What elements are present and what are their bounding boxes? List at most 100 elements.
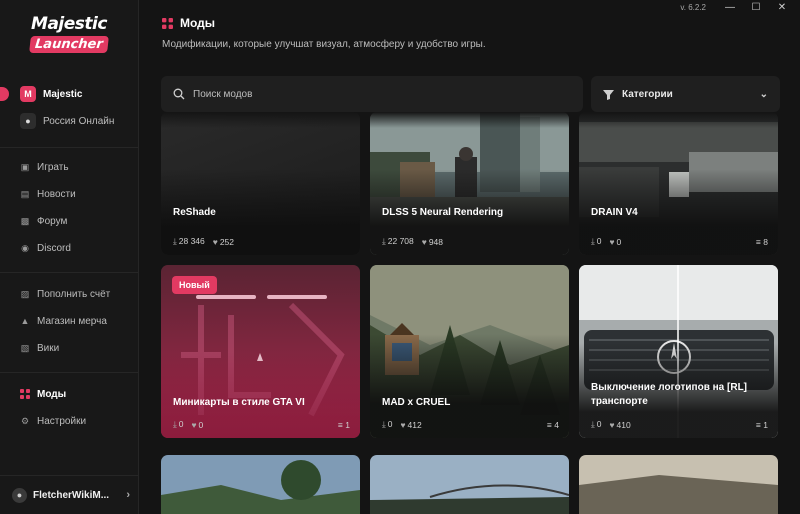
- filter-icon: [603, 89, 614, 100]
- minimize-button[interactable]: —: [724, 1, 736, 13]
- mods-icon: [162, 17, 173, 29]
- mod-name: DLSS 5 Neural Rendering: [382, 207, 504, 218]
- russia-online-server-icon: ●: [20, 113, 36, 129]
- mod-stats: ⤓ 22 708 ♥ 948: [382, 236, 443, 247]
- nav-label: Пополнить счёт: [37, 288, 111, 300]
- version-count: ≡ 8: [755, 237, 768, 247]
- mod-card-reshade[interactable]: ReShade ⤓ 28 346 ♥ 252: [161, 112, 360, 255]
- like-count: ♥ 410: [609, 419, 631, 430]
- nav-label: Discord: [37, 242, 71, 254]
- mod-name: Выключение логотипов на [RL] транспорте: [591, 382, 748, 407]
- newspaper-icon: ▤: [20, 188, 30, 199]
- page-title: Моды: [162, 16, 215, 30]
- mod-card[interactable]: [161, 455, 360, 514]
- nav-label: Форум: [37, 215, 68, 227]
- sidebar: Majestic Launcher M Majestic ● Россия Он…: [0, 0, 139, 514]
- mod-name: ReShade: [173, 207, 216, 218]
- window-controls: v. 6.2.2 — ☐ ✕: [680, 0, 800, 14]
- mod-stats: ⤓ 0 ♥ 410: [591, 419, 631, 430]
- nav-label: Играть: [37, 161, 69, 173]
- mod-stats: ⤓ 0 ♥ 0: [591, 236, 621, 247]
- nav-item-play[interactable]: ▣ Играть: [20, 158, 69, 176]
- new-badge: Новый: [172, 276, 217, 294]
- nav-item-news[interactable]: ▤ Новости: [20, 185, 76, 203]
- nav-label: Вики: [37, 342, 60, 354]
- maximize-button[interactable]: ☐: [750, 1, 762, 13]
- mod-stats: ⤓ 0 ♥ 0: [173, 419, 203, 430]
- mod-card-dlss[interactable]: DLSS 5 Neural Rendering ⤓ 22 708 ♥ 948: [370, 112, 569, 255]
- nav-item-discord[interactable]: ◉ Discord: [20, 239, 71, 257]
- close-button[interactable]: ✕: [776, 1, 788, 13]
- mod-card-logo-off[interactable]: Выключение логотипов на [RL] транспорте …: [579, 265, 778, 438]
- like-count: ♥ 948: [421, 236, 443, 247]
- mod-stats: ⤓ 0 ♥ 412: [382, 419, 422, 430]
- search-icon: [173, 88, 185, 100]
- mod-card[interactable]: [579, 455, 778, 514]
- card-image: [370, 455, 569, 514]
- mod-card-minimap[interactable]: Новый Миникарты в стиле GTA VI ⤓ 0 ♥ 0 ≡ 1: [161, 265, 360, 438]
- like-count: ♥ 412: [400, 419, 422, 430]
- sliders-icon: ≡: [337, 420, 343, 430]
- nav-item-settings[interactable]: ⚙ Настройки: [20, 412, 86, 430]
- heart-icon: ♥: [212, 236, 218, 247]
- logo: Majestic Launcher: [29, 14, 109, 53]
- mod-card[interactable]: [370, 455, 569, 514]
- heart-icon: ♥: [400, 419, 406, 430]
- like-count: ♥ 0: [191, 419, 204, 430]
- nav-item-merch[interactable]: ▲ Магазин мерча: [20, 312, 107, 330]
- download-icon: ⤓: [382, 419, 386, 429]
- download-icon: ⤓: [591, 236, 595, 246]
- search-input[interactable]: [193, 88, 493, 100]
- page-title-text: Моды: [180, 16, 216, 30]
- server-item-majestic[interactable]: M Majestic: [20, 85, 82, 103]
- mod-name: DRAIN V4: [591, 207, 638, 218]
- nav-label: Магазин мерча: [37, 315, 107, 327]
- heart-icon: ♥: [191, 419, 197, 430]
- server-label: Россия Онлайн: [43, 115, 115, 127]
- download-icon: ⤓: [382, 236, 386, 246]
- mod-name: Миникарты в стиле GTA VI: [173, 397, 305, 408]
- download-count: ⤓ 0: [591, 419, 602, 429]
- active-server-marker: [0, 87, 9, 101]
- wallet-icon: ▨: [20, 288, 30, 299]
- nav-item-forum[interactable]: ▩ Форум: [20, 212, 68, 230]
- page-subtitle: Модификации, которые улучшат визуал, атм…: [162, 39, 486, 50]
- user-profile-button[interactable]: ● FletcherWikiM... ›: [12, 487, 130, 503]
- chat-icon: ▩: [20, 215, 30, 226]
- heart-icon: ♥: [421, 236, 427, 247]
- nav-label: Настройки: [37, 415, 87, 427]
- version-label: v. 6.2.2: [680, 2, 706, 12]
- nav-item-topup[interactable]: ▨ Пополнить счёт: [20, 285, 111, 303]
- divider: [0, 272, 138, 273]
- divider: [0, 372, 138, 373]
- version-count: ≡ 1: [755, 420, 768, 430]
- logo-subtitle: Launcher: [29, 36, 109, 53]
- nav-item-wiki[interactable]: ▧ Вики: [20, 339, 59, 357]
- shirt-icon: ▲: [20, 316, 30, 326]
- nav-item-mods[interactable]: Моды: [20, 385, 66, 403]
- download-icon: ⤓: [591, 419, 595, 429]
- mod-card-drain[interactable]: DRAIN V4 ⤓ 0 ♥ 0 ≡ 8: [579, 112, 778, 255]
- download-icon: ⤓: [173, 419, 177, 429]
- version-count: ≡ 1: [337, 420, 350, 430]
- heart-icon: ♥: [609, 236, 615, 247]
- chevron-right-icon: ›: [126, 489, 130, 501]
- mod-card-mad-cruel[interactable]: MAD x CRUEL ⤓ 0 ♥ 412 ≡ 4: [370, 265, 569, 438]
- gear-icon: ⚙: [20, 415, 30, 426]
- download-count: ⤓ 22 708: [382, 236, 414, 246]
- server-label: Majestic: [43, 88, 83, 100]
- gamepad-icon: ▣: [20, 161, 30, 172]
- version-count: ≡ 4: [546, 420, 559, 430]
- book-icon: ▧: [20, 342, 30, 353]
- like-count: ♥ 252: [212, 236, 234, 247]
- search-box[interactable]: [161, 76, 583, 112]
- sliders-icon: ≡: [755, 420, 761, 430]
- server-item-russia-online[interactable]: ● Россия Онлайн: [20, 112, 114, 130]
- scroll-fade: [161, 112, 781, 128]
- discord-icon: ◉: [21, 242, 29, 253]
- card-image: [161, 455, 360, 514]
- download-count: ⤓ 0: [382, 419, 393, 429]
- category-dropdown[interactable]: Категории ⌄: [591, 76, 780, 112]
- chevron-down-icon: ⌄: [759, 88, 768, 100]
- like-count: ♥ 0: [609, 236, 622, 247]
